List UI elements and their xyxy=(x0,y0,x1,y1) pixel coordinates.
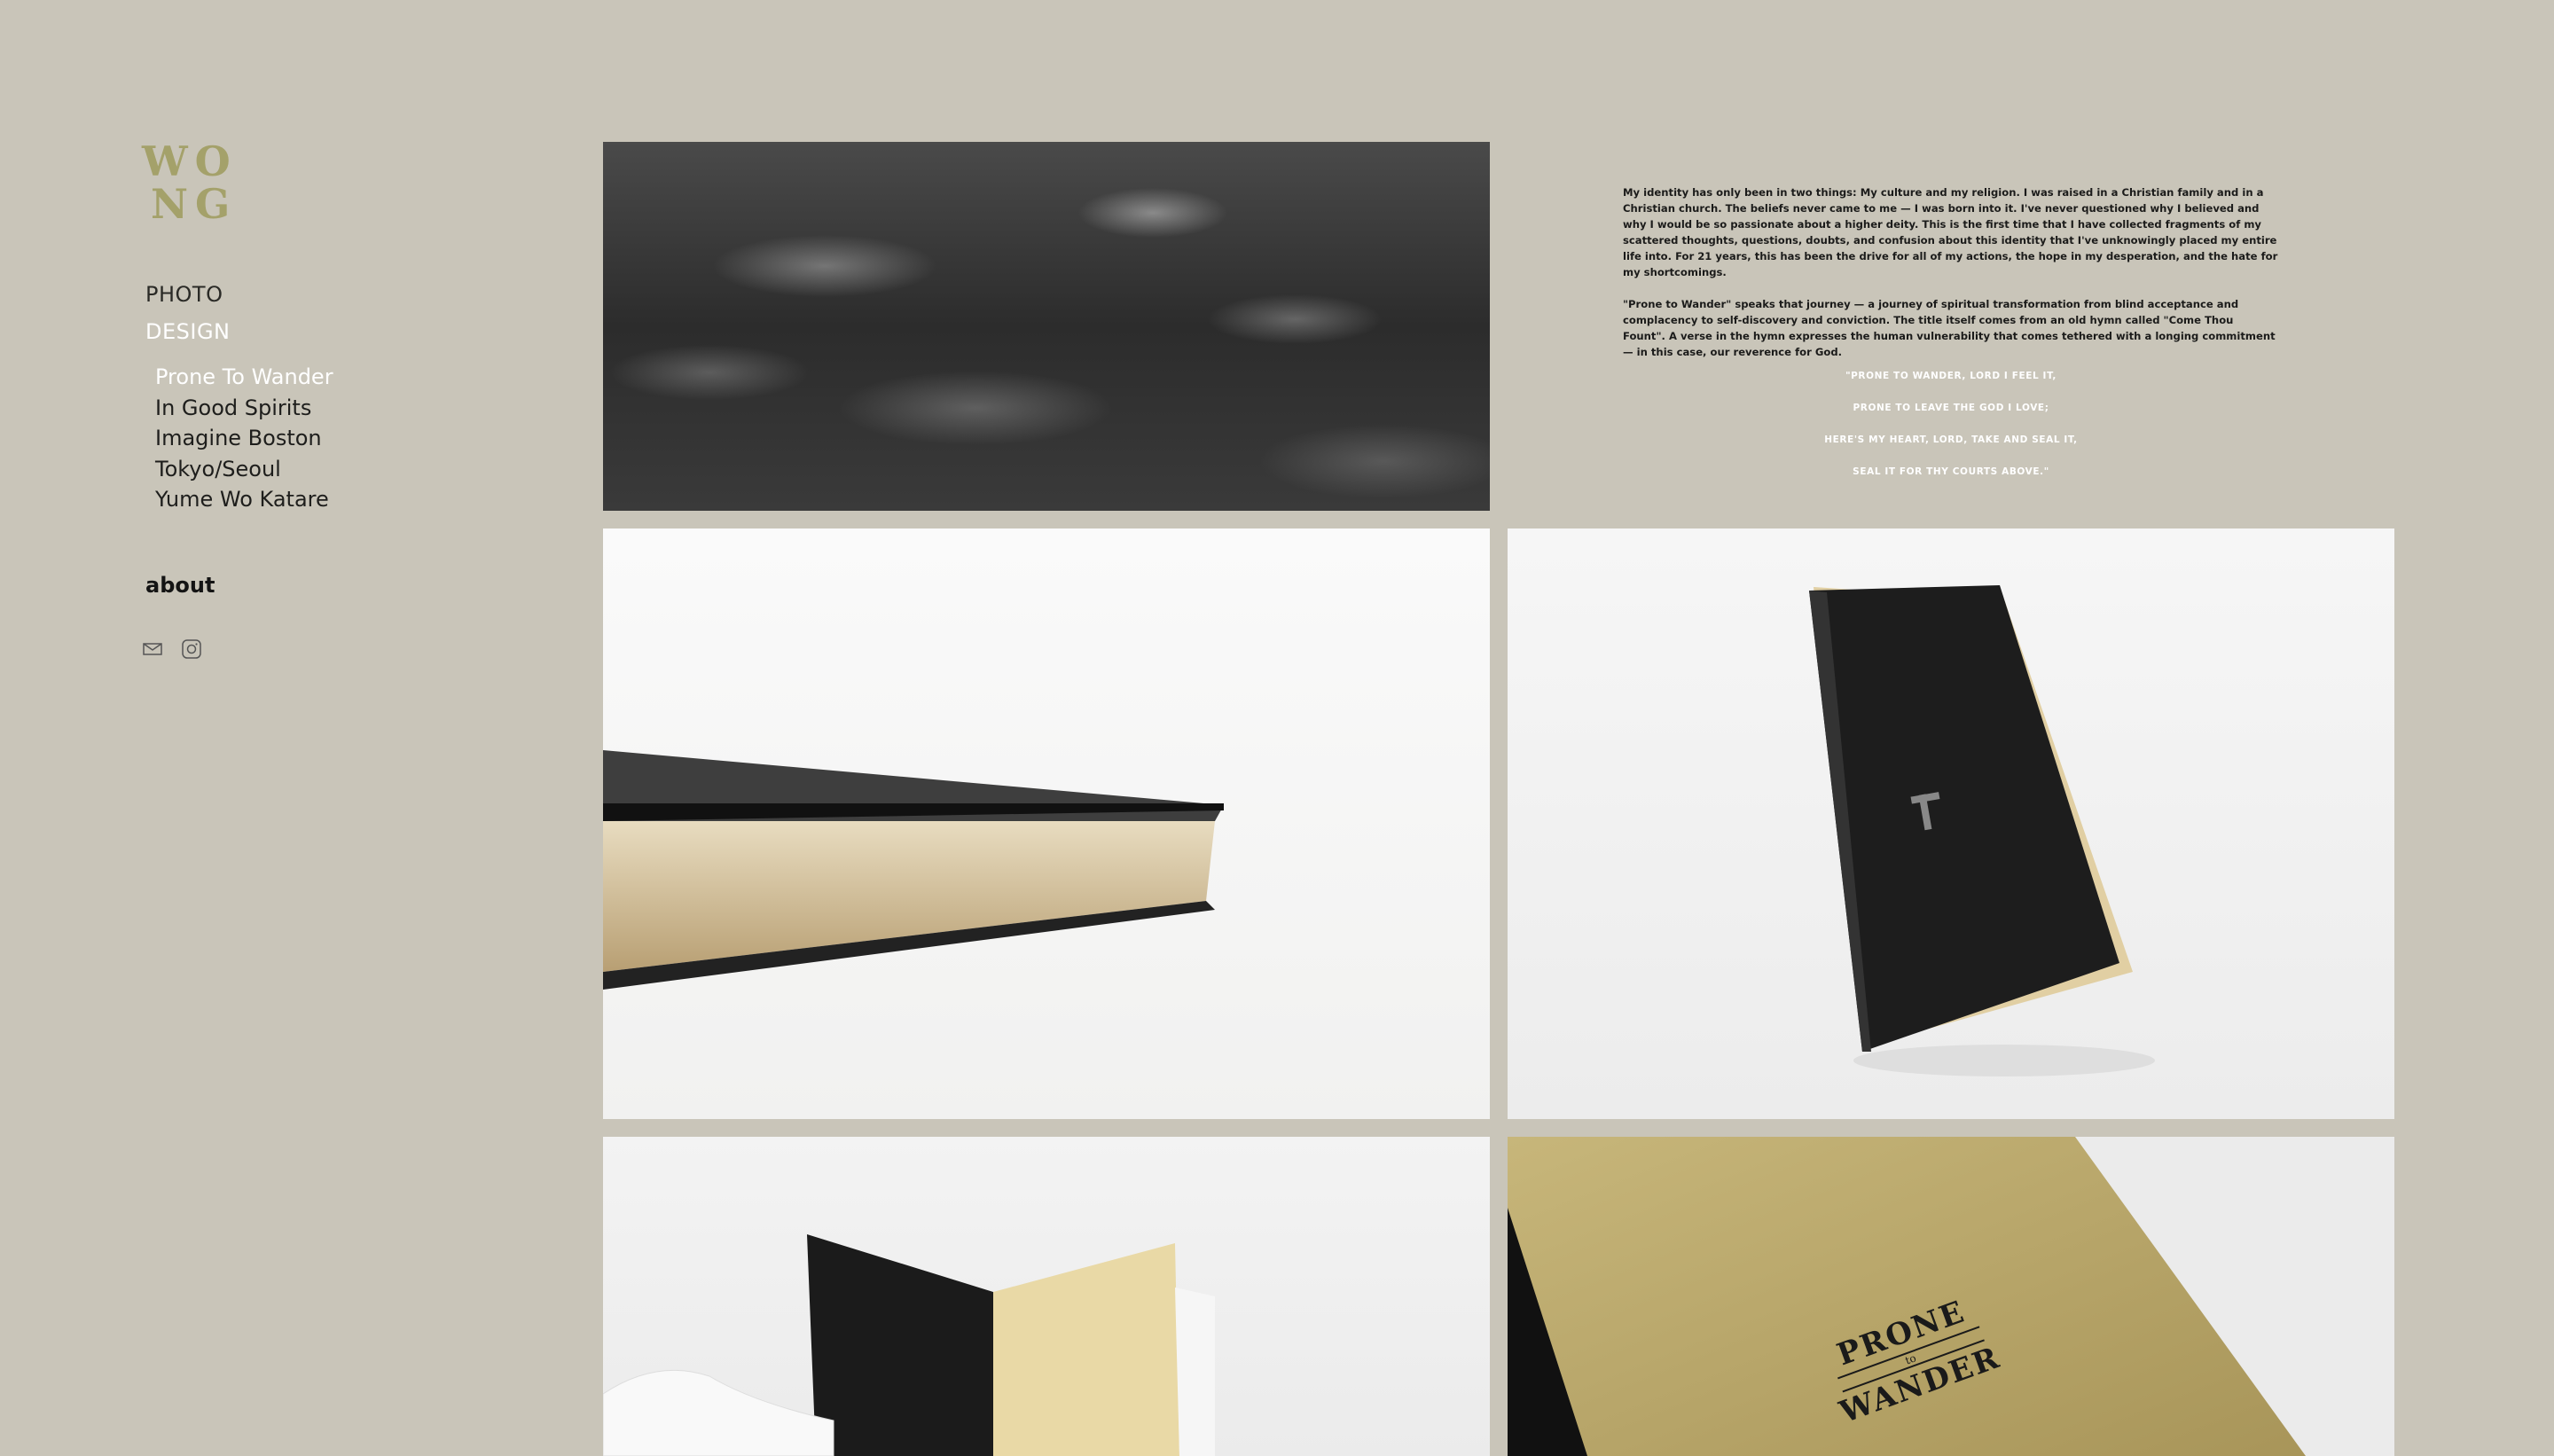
book-side-photo[interactable] xyxy=(603,528,1490,1119)
nav-about[interactable]: about xyxy=(145,573,215,598)
nav-project-tokyo-seoul[interactable]: Tokyo/Seoul xyxy=(155,454,333,485)
nav-photo[interactable]: PHOTO xyxy=(145,282,223,307)
site-logo[interactable]: WO NG xyxy=(142,140,238,225)
mail-icon[interactable] xyxy=(142,638,163,660)
social-links xyxy=(142,638,202,660)
logo-line-1: WO xyxy=(142,137,238,185)
verse-line-2: PRONE TO LEAVE THE GOD I LOVE; xyxy=(1853,403,2049,413)
book-open-photo[interactable] xyxy=(603,1137,1490,1456)
nav-project-in-good-spirits[interactable]: In Good Spirits xyxy=(155,393,333,424)
description-paragraph-2: "Prone to Wander" speaks that journey — … xyxy=(1623,298,2276,358)
nav-project-yume-wo-katare[interactable]: Yume Wo Katare xyxy=(155,484,333,515)
project-description: My identity has only been in two things:… xyxy=(1508,142,2394,511)
verse-line-4: SEAL IT FOR THY COURTS ABOVE." xyxy=(1853,466,2049,477)
instagram-icon[interactable] xyxy=(181,638,202,660)
description-paragraph-1: My identity has only been in two things:… xyxy=(1623,186,2278,278)
logo-line-2: NG xyxy=(151,180,238,228)
nav-project-imagine-boston[interactable]: Imagine Boston xyxy=(155,423,333,454)
verse-line-3: HERE'S MY HEART, LORD, TAKE AND SEAL IT, xyxy=(1824,434,2078,445)
design-project-list: Prone To Wander In Good Spirits Imagine … xyxy=(155,362,333,515)
book-cover-photo[interactable]: PRONE to WANDER xyxy=(1508,1137,2394,1456)
nav-project-prone-to-wander[interactable]: Prone To Wander xyxy=(155,362,333,393)
verse-line-1: "PRONE TO WANDER, LORD I FEEL IT, xyxy=(1845,371,2057,381)
book-standing-photo[interactable] xyxy=(1508,528,2394,1119)
nav-design[interactable]: DESIGN xyxy=(145,319,231,344)
hymn-verse: "PRONE TO WANDER, LORD I FEEL IT, PRONE … xyxy=(1508,360,2394,488)
ocean-waves-photo[interactable] xyxy=(603,142,1490,511)
